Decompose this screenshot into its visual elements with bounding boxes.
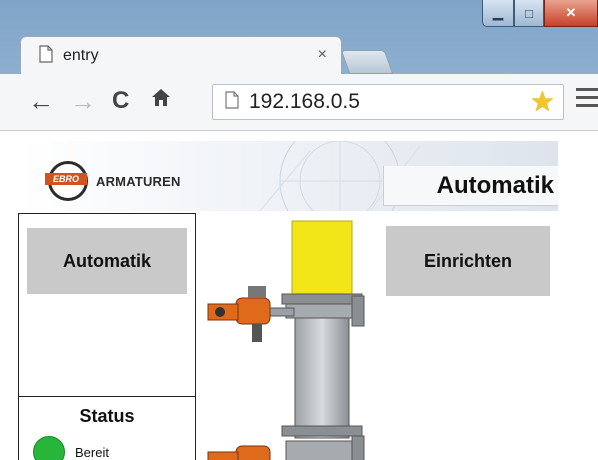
new-tab-button[interactable] [340, 50, 394, 74]
tab-entry[interactable]: entry × [20, 36, 342, 75]
page-icon [225, 90, 239, 114]
status-text: Bereit [75, 444, 109, 460]
status-indicator: Bereit [33, 436, 109, 460]
reload-icon[interactable]: C [112, 86, 129, 116]
logo-mark: EBRO [45, 161, 88, 201]
forward-arrow-icon[interactable]: → [70, 86, 96, 116]
bookmark-star-icon[interactable]: ★ [530, 85, 555, 118]
company-logo: EBRO ARMATUREN [45, 161, 181, 201]
browser-window-frame: ▁ □ ✕ entry × ← → C 192.168.0.5 ★ EBRO A… [0, 0, 598, 460]
menu-icon[interactable] [576, 88, 598, 112]
logo-text: ARMATUREN [96, 173, 181, 189]
browser-toolbar: ← → C 192.168.0.5 ★ [0, 74, 598, 131]
panel-divider [19, 396, 195, 397]
address-bar[interactable]: 192.168.0.5 ★ [212, 84, 564, 120]
minimize-button[interactable]: ▁ [482, 0, 514, 27]
maximize-button[interactable]: □ [514, 0, 544, 27]
setup-button[interactable]: Einrichten [386, 226, 550, 296]
home-icon[interactable] [150, 86, 172, 116]
page-icon [39, 44, 53, 68]
valve-assembly-graphic [207, 220, 365, 460]
tab-title: entry [63, 47, 99, 64]
page-title: Automatik [383, 166, 558, 206]
window-controls: ▁ □ ✕ [482, 0, 598, 28]
tab-close-icon[interactable]: × [318, 46, 327, 64]
status-led [33, 436, 65, 460]
automatic-button[interactable]: Automatik [27, 228, 187, 294]
left-panel: Automatik Status Bereit [18, 213, 196, 460]
back-arrow-icon[interactable]: ← [28, 86, 54, 116]
page-content: EBRO ARMATUREN Automatik Automatik Statu… [0, 131, 598, 460]
status-heading: Status [79, 406, 135, 426]
close-window-button[interactable]: ✕ [544, 0, 598, 27]
url-text[interactable]: 192.168.0.5 [249, 90, 360, 114]
